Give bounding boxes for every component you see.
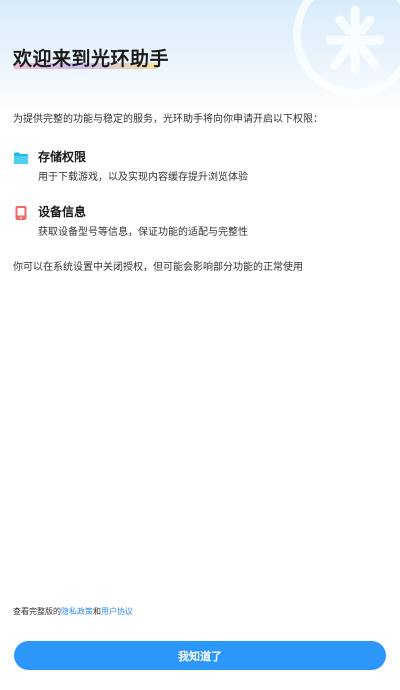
page-title: 欢迎来到光环助手 xyxy=(13,48,170,70)
policy-links: 查看完整版的隐私政策和用户协议 xyxy=(13,606,133,617)
folder-icon xyxy=(14,152,28,164)
policy-prefix: 查看完整版的 xyxy=(13,607,61,616)
intro-text: 为提供完整的功能与稳定的服务，光环助手将向你申请开启以下权限： xyxy=(13,114,323,125)
privacy-policy-link[interactable]: 隐私政策 xyxy=(61,607,93,616)
device-icon xyxy=(15,206,27,220)
user-agreement-link[interactable]: 用户协议 xyxy=(101,607,133,616)
acknowledge-button[interactable]: 我知道了 xyxy=(14,641,386,670)
permission-description: 获取设备型号等信息，保证功能的适配与完整性 xyxy=(38,227,248,238)
permission-description: 用于下载游戏，以及实现内容缓存提升浏览体验 xyxy=(38,172,248,183)
permission-title: 设备信息 xyxy=(38,205,87,219)
policy-joiner: 和 xyxy=(93,607,101,616)
permission-welcome-page: 欢迎来到光环助手 为提供完整的功能与稳定的服务，光环助手将向你申请开启以下权限：… xyxy=(0,0,400,690)
permission-title: 存储权限 xyxy=(38,150,87,164)
revoke-note: 你可以在系统设置中关闭授权，但可能会影响部分功能的正常使用 xyxy=(13,262,303,273)
app-logo-watermark-icon xyxy=(293,0,400,97)
